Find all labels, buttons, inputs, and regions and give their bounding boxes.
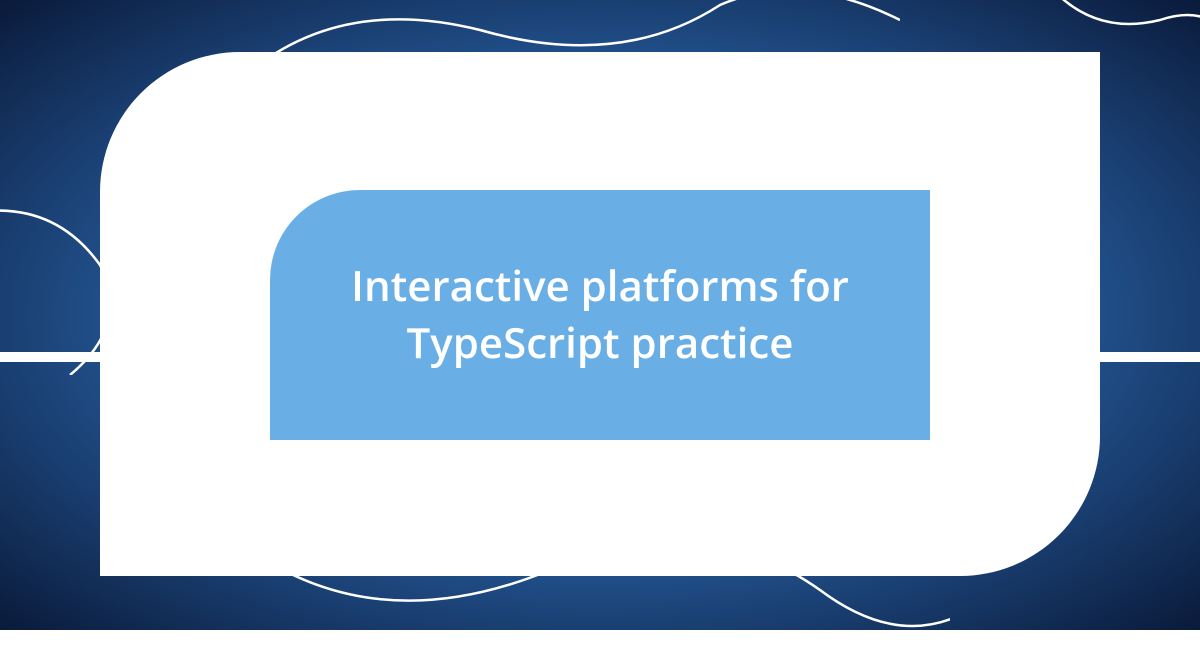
page-title: Interactive platforms for TypeScript pra… <box>320 258 880 371</box>
inner-blue-panel: Interactive platforms for TypeScript pra… <box>270 190 930 440</box>
decorative-wave-bottom <box>250 490 950 650</box>
